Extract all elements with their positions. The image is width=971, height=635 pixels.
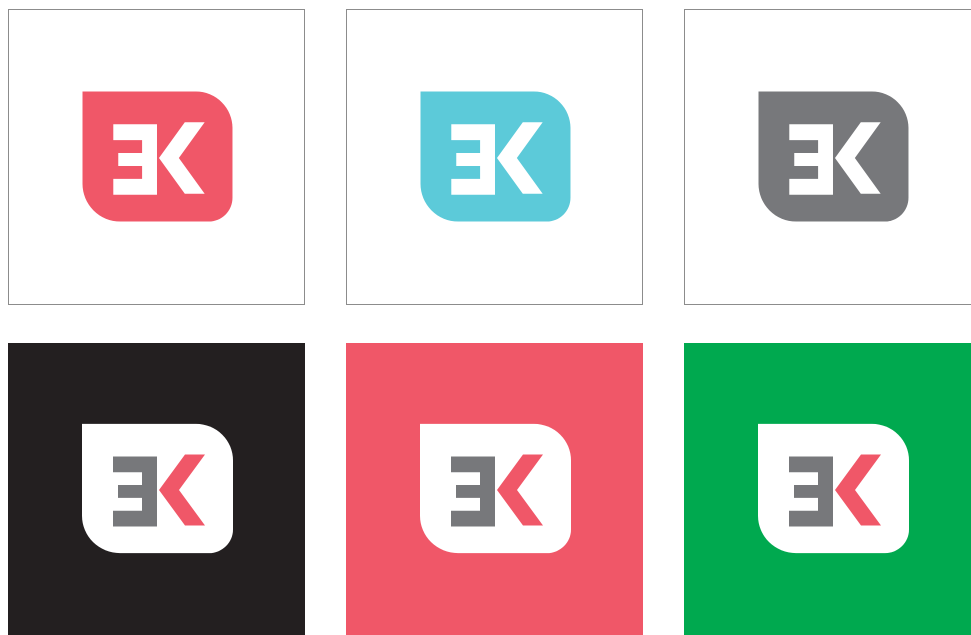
logo-tile-red-background	[346, 343, 643, 635]
dk-monogram-badge-icon	[82, 423, 233, 554]
dk-monogram-badge-icon	[758, 91, 909, 222]
logo-letter-d-mark	[789, 456, 833, 527]
dk-monogram-badge-icon	[82, 91, 233, 222]
dk-logo-graphic	[82, 423, 233, 554]
logo-tile-red	[8, 9, 305, 305]
logo-letter-d-mark	[113, 456, 157, 527]
dk-logo-graphic	[758, 423, 909, 554]
logo-tile-gray	[684, 9, 971, 305]
logo-letter-d-mark	[113, 124, 157, 195]
logo-tile-green-background	[684, 343, 971, 635]
logo-tile-cyan	[346, 9, 643, 305]
dk-logo-graphic	[420, 423, 571, 554]
dk-monogram-badge-icon	[420, 91, 571, 222]
dk-logo-graphic	[758, 91, 909, 222]
logo-letter-d-mark	[789, 124, 833, 195]
logo-letter-d-mark	[451, 124, 495, 195]
logo-letter-d-mark	[451, 456, 495, 527]
dk-monogram-badge-icon	[758, 423, 909, 554]
logo-tile-black-background	[8, 343, 305, 635]
dk-monogram-badge-icon	[420, 423, 571, 554]
dk-logo-graphic	[82, 91, 233, 222]
dk-logo-graphic	[420, 91, 571, 222]
